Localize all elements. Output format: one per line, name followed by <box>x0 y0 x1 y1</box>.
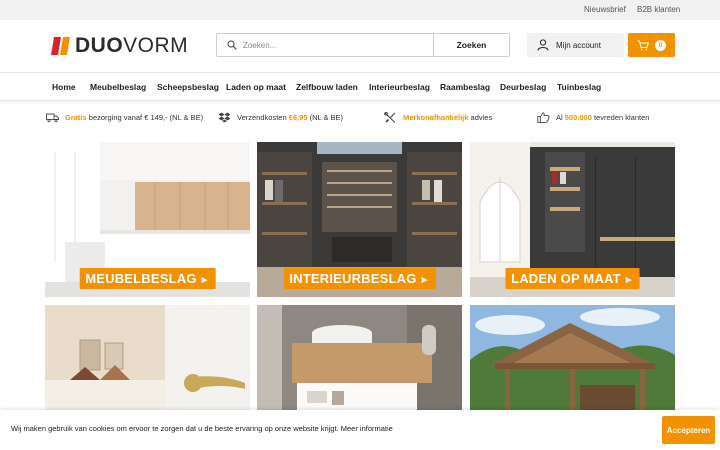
account-button[interactable]: Mijn account <box>527 33 624 57</box>
category-tile-laden-op-maat[interactable]: LADEN OP MAAT ► <box>470 142 675 297</box>
search-icon <box>227 40 237 50</box>
cookie-consent-bar: Wij maken gebruik van cookies om ervoor … <box>0 410 720 450</box>
nav-item-deurbeslag[interactable]: Deurbeslag <box>500 82 546 92</box>
category-tile-meubelbeslag[interactable]: MEUBELBESLAG ► <box>45 142 250 297</box>
truck-icon <box>46 113 59 123</box>
search-bar: Zoeken <box>216 33 510 57</box>
usp-text: bezorging vanaf € 149,- (NL & BE) <box>86 113 204 122</box>
nav-item-tuinbeslag[interactable]: Tuinbeslag <box>557 82 601 92</box>
nav-item-raambeslag[interactable]: Raambeslag <box>440 82 490 92</box>
dropbox-icon <box>218 112 231 123</box>
category-label-text: INTERIEURBESLAG <box>289 271 417 286</box>
usp-free-delivery: Gratis bezorging vanaf € 149,- (NL & BE) <box>46 112 203 123</box>
usp-text-pre: Al <box>556 113 565 122</box>
category-label: LADEN OP MAAT ► <box>505 268 640 289</box>
usp-advice: Merkonafhankelijk advies <box>384 112 492 123</box>
usp-text: (NL & BE) <box>307 113 344 122</box>
main-navigation: Home Meubelbeslag Scheepsbeslag Laden op… <box>0 72 720 101</box>
usp-highlight: Merkonafhankelijk <box>403 113 469 122</box>
nav-item-laden-op-maat[interactable]: Laden op maat <box>226 82 286 92</box>
logo-text-duo: DUO <box>75 34 124 57</box>
logo-text-vorm: VORM <box>123 34 189 57</box>
top-utility-bar: Nieuwsbrief B2B klanten <box>0 0 720 20</box>
search-input[interactable] <box>243 40 433 50</box>
tools-icon <box>384 112 396 123</box>
nav-item-zelfbouw-laden[interactable]: Zelfbouw laden <box>296 82 358 92</box>
site-logo[interactable]: DUO VORM <box>51 34 189 57</box>
newsletter-link[interactable]: Nieuwsbrief <box>584 5 626 14</box>
nav-item-meubelbeslag[interactable]: Meubelbeslag <box>90 82 146 92</box>
thumbs-up-icon <box>537 112 550 123</box>
usp-text: advies <box>468 113 493 122</box>
account-label: Mijn account <box>556 40 601 50</box>
user-icon <box>537 39 549 51</box>
nav-item-scheepsbeslag[interactable]: Scheepsbeslag <box>157 82 219 92</box>
cart-count-badge: 0 <box>655 39 666 51</box>
category-label: MEUBELBESLAG ► <box>79 268 216 289</box>
usp-shipping-costs: Verzendkosten €6,95 (NL & BE) <box>218 112 343 123</box>
play-arrow-icon: ► <box>199 275 210 286</box>
usp-highlight: €6,95 <box>288 113 308 122</box>
usp-text: tevreden klanten <box>591 113 650 122</box>
cookie-accept-button[interactable]: Accepteren <box>662 416 715 444</box>
nav-item-home[interactable]: Home <box>52 82 76 92</box>
cookie-text: Wij maken gebruik van cookies om ervoor … <box>11 424 393 433</box>
usp-customers: Al 500.000 tevreden klanten <box>537 112 649 123</box>
usp-highlight: 500.000 <box>564 113 592 122</box>
cart-button[interactable]: 0 <box>628 33 675 57</box>
search-button[interactable]: Zoeken <box>433 34 509 56</box>
nav-item-interieurbeslag[interactable]: Interieurbeslag <box>369 82 430 92</box>
cart-icon <box>637 40 649 50</box>
b2b-link[interactable]: B2B klanten <box>637 5 680 14</box>
play-arrow-icon: ► <box>419 275 430 286</box>
category-label-text: LADEN OP MAAT <box>511 271 621 286</box>
category-label-text: MEUBELBESLAG <box>85 271 197 286</box>
category-label: INTERIEURBESLAG ► <box>283 268 436 289</box>
category-tile-interieurbeslag[interactable]: INTERIEURBESLAG ► <box>257 142 462 297</box>
play-arrow-icon: ► <box>623 275 634 286</box>
duovorm-logo-icon <box>51 37 70 55</box>
usp-highlight: Gratis <box>65 113 87 122</box>
usp-text-pre: Verzendkosten <box>237 113 289 122</box>
